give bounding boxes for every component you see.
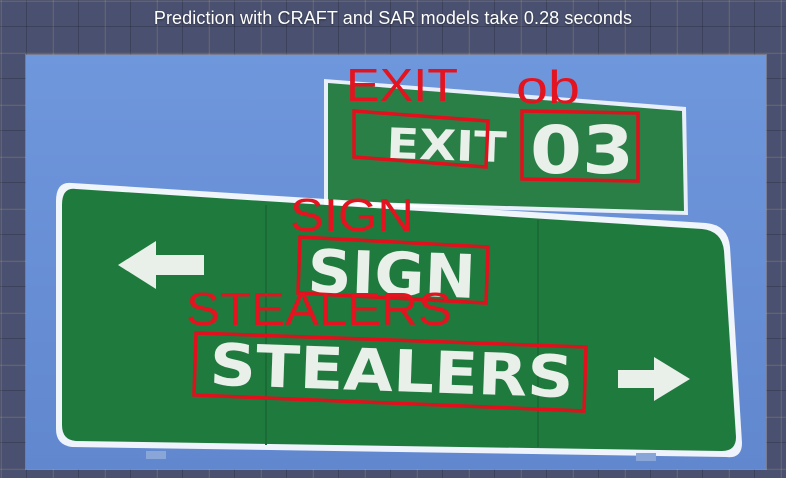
annotated-photo: EXIT 03 SIGN STEALERS EXIT ob SIGN STEAL… bbox=[26, 55, 766, 469]
sign-word-03: 03 bbox=[530, 112, 634, 189]
detection-label-exit: EXIT bbox=[346, 59, 458, 111]
detection-label-ob: ob bbox=[516, 61, 580, 113]
detection-label-sign: SIGN bbox=[290, 189, 414, 241]
result-image: EXIT 03 SIGN STEALERS EXIT ob SIGN STEAL… bbox=[26, 55, 766, 469]
prediction-caption: Prediction with CRAFT and SAR models tak… bbox=[153, 8, 633, 28]
detection-label-stealers: STEALERS bbox=[186, 283, 452, 335]
